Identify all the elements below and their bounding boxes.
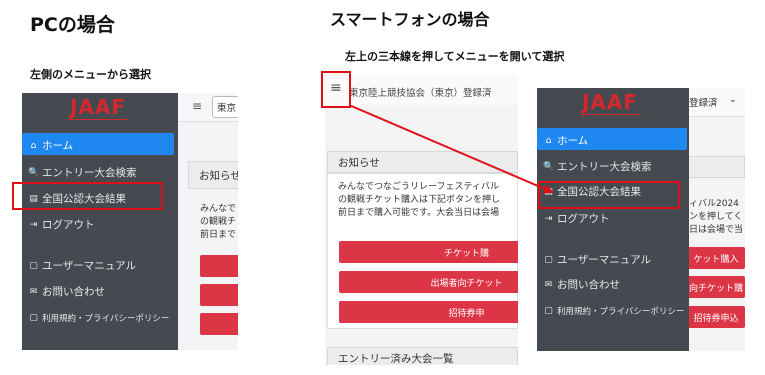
arrow-line	[348, 104, 554, 194]
arrow-indicator	[348, 104, 554, 194]
